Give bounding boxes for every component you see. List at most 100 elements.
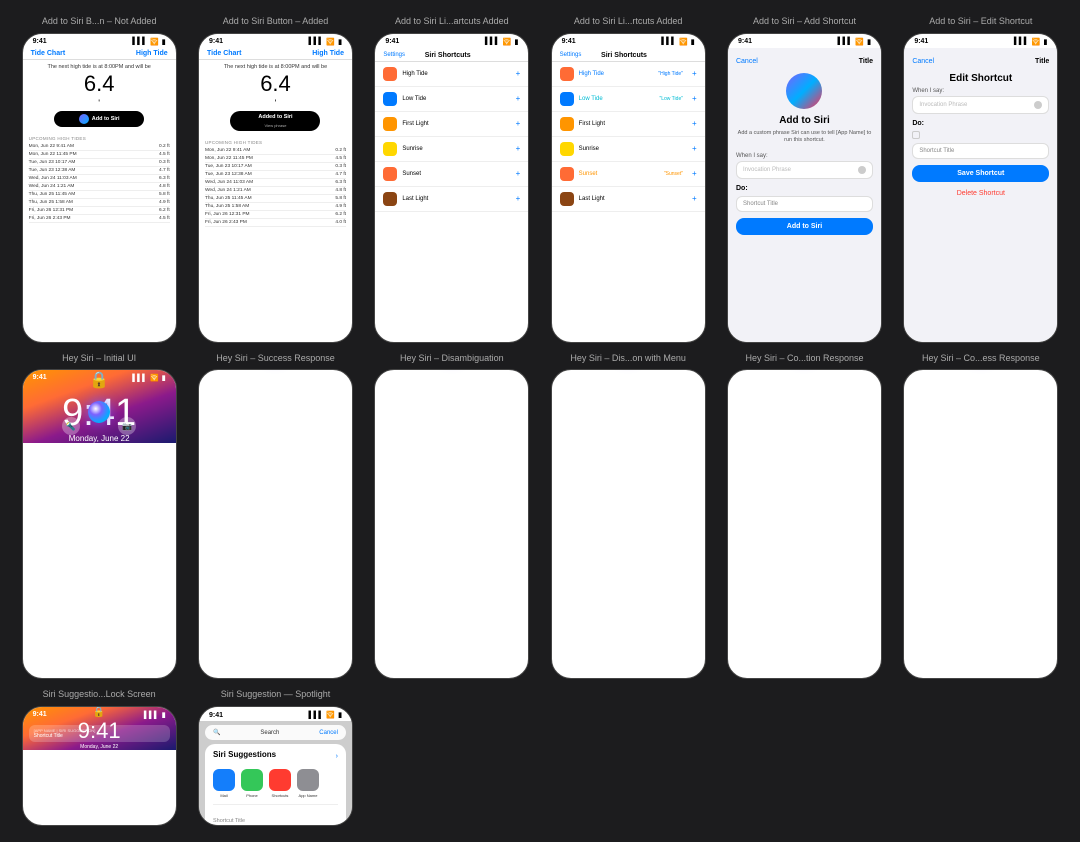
mic-icon-6 xyxy=(1034,101,1042,109)
lock-signal-12: ▌▌▌ xyxy=(1026,375,1041,382)
tide-header-2: Tide Chart High Tide xyxy=(199,48,352,60)
added-btn-sub-2: View phrase xyxy=(265,123,287,128)
plus-icon[interactable]: + xyxy=(516,194,521,203)
cancel-search-14[interactable]: Cancel xyxy=(319,730,338,736)
caption-2: Add to Siri Button – Added xyxy=(192,16,358,28)
battery-icon-1: ▮ xyxy=(162,38,166,46)
status-icons-1: ▌▌▌ 🛜 ▮ xyxy=(132,38,165,46)
search-icon-14: 🔍 xyxy=(213,729,220,736)
plus-icon[interactable]: + xyxy=(516,69,521,78)
plus-icon[interactable]: + xyxy=(692,94,697,103)
wifi-icon-1: 🛜 xyxy=(150,38,159,46)
plus-icon[interactable]: + xyxy=(692,169,697,178)
lockscreen-status-11: 9:41 ▌▌▌ ▮ xyxy=(728,370,881,384)
status-right-7: ▌▌▌ 🛜 ▮ xyxy=(132,374,165,382)
shortcut-icon-4-sunset xyxy=(560,167,574,181)
list-item: High Tide "High Tide" + xyxy=(552,62,705,87)
flashlight-icon-7[interactable]: 🔦 xyxy=(62,417,80,435)
col-screen-11: Hey Siri – Co...tion Response 9:41 ▌▌▌ ▮… xyxy=(721,353,887,680)
settings-back-4[interactable]: Settings xyxy=(560,52,582,58)
lockscreen-status-12: 9:41 ▌▌▌ ▮ xyxy=(904,370,1057,384)
add-to-siri-button-5[interactable]: Add to Siri xyxy=(736,218,873,235)
phone-icon[interactable] xyxy=(241,769,263,791)
cancel-btn-6[interactable]: Cancel xyxy=(912,58,934,65)
col-screen-6: Add to Siri – Edit Shortcut 9:41 ▌▌▌ 🛜 ▮… xyxy=(898,16,1064,343)
tide-section-title-1: UPCOMING HIGH TIDES xyxy=(29,136,170,141)
do-checkbox-6[interactable] xyxy=(912,131,920,139)
shortcut-icon-4-first xyxy=(560,117,574,131)
caption-8: Hey Siri – Success Response xyxy=(192,353,358,365)
mail-icon[interactable] xyxy=(213,769,235,791)
settings-back-3[interactable]: Settings xyxy=(383,52,405,58)
shortcut-title-input-5[interactable]: Shortcut Title xyxy=(736,196,873,212)
caption-12: Hey Siri – Co...ess Response xyxy=(898,353,1064,365)
col-screen-8: Hey Siri – Success Response 9:41 ▌▌▌ ▮ [… xyxy=(192,353,358,680)
invocation-placeholder-5: Invocation Phrase xyxy=(743,167,791,173)
shortcuts-icon[interactable] xyxy=(269,769,291,791)
list-item: Sunrise + xyxy=(552,137,705,162)
shortcuts-label: Shortcuts xyxy=(272,793,289,798)
lock-battery-9: ▮ xyxy=(514,374,518,382)
lock-wifi-7: 🛜 xyxy=(150,374,159,382)
shortcut-title-row-14: Shortcut Title xyxy=(213,804,338,826)
col-screen-12: Hey Siri – Co...ess Response 9:41 ▌▌▌ ▮ … xyxy=(898,353,1064,680)
plus-icon[interactable]: + xyxy=(516,94,521,103)
tide-description-2: The next high tide is at 8:00PM and will… xyxy=(207,64,344,72)
panel-header-14: Siri Suggestions › xyxy=(213,750,338,763)
app-icon-appname: App Name xyxy=(297,769,319,798)
appname-icon[interactable] xyxy=(297,769,319,791)
lock-signal-13: ▌▌▌ xyxy=(144,712,159,719)
plus-icon[interactable]: + xyxy=(692,194,697,203)
when-i-say-label-5: When I say: xyxy=(736,153,873,159)
cancel-btn-5[interactable]: Cancel xyxy=(736,58,758,65)
invocation-input-5[interactable]: Invocation Phrase xyxy=(736,161,873,179)
dialog-header-6: Cancel Title xyxy=(912,58,1049,65)
dialog-title-label-6: Title xyxy=(1035,58,1049,65)
shortcut-icon-4-high xyxy=(560,67,574,81)
plus-icon[interactable]: + xyxy=(692,119,697,128)
add-siri-button-1[interactable]: Add to Siri xyxy=(54,111,144,127)
list-item: First Light + xyxy=(552,112,705,137)
col-screen-3: Add to Siri Li...artcuts Added 9:41 ▌▌▌ … xyxy=(369,16,535,343)
chevron-icon-14: › xyxy=(336,753,338,760)
status-bar-2: 9:41 ▌▌▌ 🛜 ▮ xyxy=(199,34,352,48)
lockscreen-status-10: 9:41 ▌▌▌ ▮ xyxy=(552,370,705,384)
signal-icon-3: ▌▌▌ xyxy=(485,38,500,45)
table-row: Tue, Jun 23 10:17 AM0.3 ft xyxy=(29,159,170,167)
plus-icon[interactable]: + xyxy=(516,169,521,178)
lockscreen-7: 9:41 ▌▌▌ 🛜 ▮ 🔒 9:41 Monday, June 22 🔦 📷 xyxy=(23,370,176,443)
save-shortcut-button-6[interactable]: Save Shortcut xyxy=(912,165,1049,182)
row-3: Siri Suggestio...Lock Screen 9:41 ▌▌▌ ▮ … xyxy=(16,689,1064,826)
col-empty-3 xyxy=(721,689,887,826)
status-right-13: ▌▌▌ ▮ xyxy=(144,711,166,719)
spotlight-screen-14: 🔍 Search Cancel Siri Suggestions › Mail xyxy=(199,721,352,826)
table-row: Wed, Jun 24 1:21 AM4.8 ft xyxy=(29,183,170,191)
col-screen-9: Hey Siri – Disambiguation 9:41 ▌▌▌ ▮ [Di… xyxy=(369,353,535,680)
lockscreen-status-13: 9:41 ▌▌▌ ▮ xyxy=(23,707,176,721)
table-row: Tue, Jun 23 12:38 AM4.7 ft xyxy=(205,171,346,179)
shortcut-label: Last Light xyxy=(402,196,510,202)
wifi-icon-3: 🛜 xyxy=(503,38,512,46)
lock-battery-12: ▮ xyxy=(1043,374,1047,382)
added-siri-button-2[interactable]: Added to Siri View phrase xyxy=(230,111,320,131)
plus-icon[interactable]: + xyxy=(692,144,697,153)
tide-table-1: UPCOMING HIGH TIDES Mon, Jun 22 9:41 AM0… xyxy=(23,134,176,225)
mail-label: Mail xyxy=(220,793,227,798)
siri-ball-7[interactable] xyxy=(88,401,110,423)
siri-suggestion-lockscreen-13: [APP NAME | SIRI SUGGESTION] Shortcut Ti… xyxy=(29,725,170,742)
phone-4: 9:41 ▌▌▌ 🛜 ▮ Settings Siri Shortcuts Hig… xyxy=(551,33,706,343)
invocation-input-6[interactable]: Invocation Phrase xyxy=(912,96,1049,114)
camera-icon-7[interactable]: 📷 xyxy=(118,417,136,435)
delete-shortcut-button-6[interactable]: Delete Shortcut xyxy=(912,190,1049,197)
tide-table-2: UPCOMING HIGH TIDES Mon, Jun 22 9:41 AM0… xyxy=(199,138,352,229)
dialog-heading-6: Edit Shortcut xyxy=(912,73,1049,84)
shortcut-icon-sunrise xyxy=(383,142,397,156)
plus-icon[interactable]: + xyxy=(516,144,521,153)
shortcut-icon-first-light xyxy=(383,117,397,131)
search-placeholder-14[interactable]: Search xyxy=(260,730,279,736)
shortcut-title-input-6[interactable]: Shortcut Title xyxy=(912,143,1049,159)
plus-icon[interactable]: + xyxy=(516,119,521,128)
list-item: Last Light + xyxy=(552,187,705,212)
status-time-2: 9:41 xyxy=(209,38,223,45)
plus-icon[interactable]: + xyxy=(692,69,697,78)
